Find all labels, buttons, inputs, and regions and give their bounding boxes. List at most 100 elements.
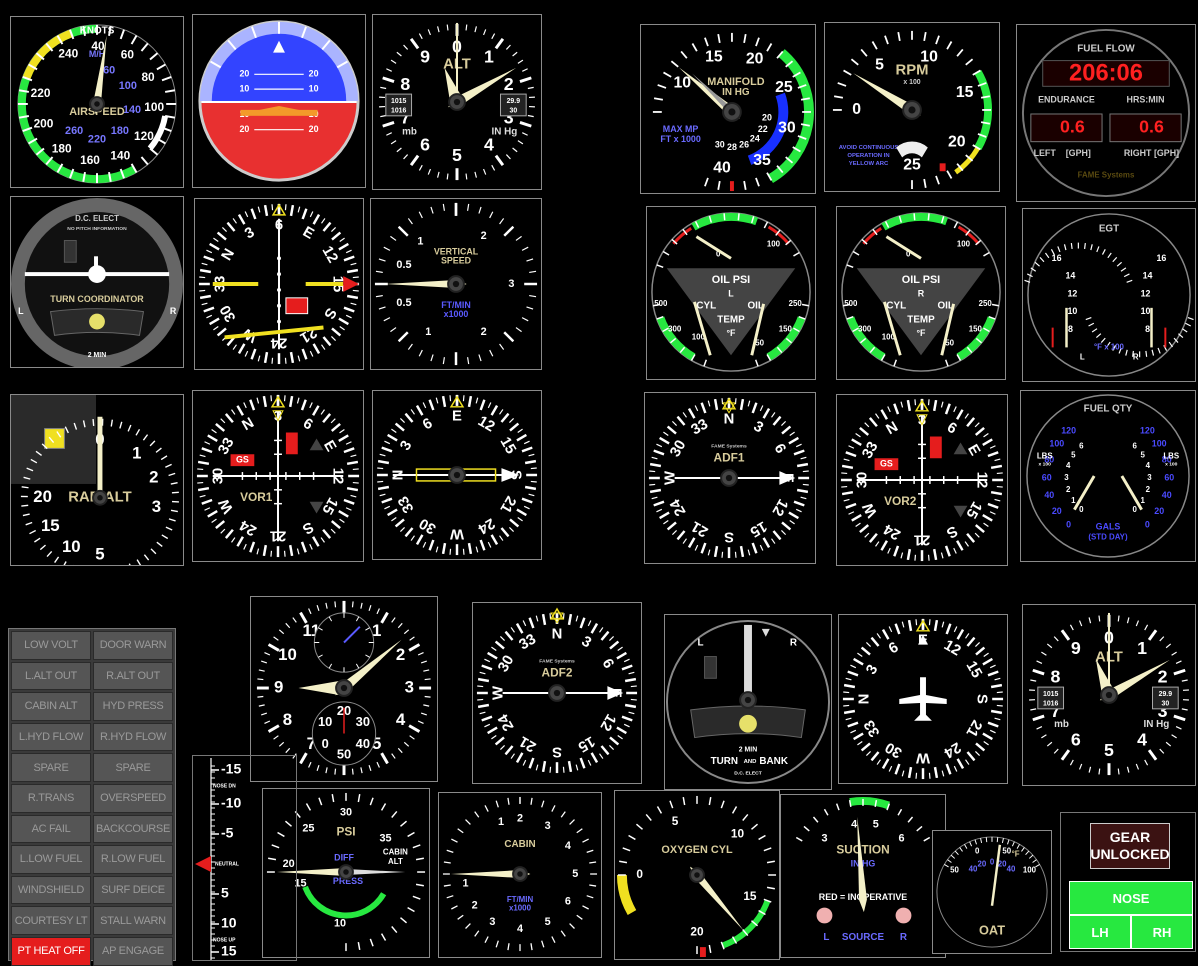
- tc-aircraft-tail: [94, 256, 98, 266]
- tc-min-label: 2 MIN: [88, 352, 106, 359]
- tc-r-mark: R: [170, 306, 177, 316]
- oil-mark: 500: [654, 299, 668, 308]
- radalt-tick: [150, 441, 155, 446]
- map-outer-label: 20: [746, 51, 764, 68]
- clock-minor-tick: [257, 679, 263, 680]
- suc-r: R: [900, 932, 907, 943]
- fuel-quantity-gauge: FUEL QTY12010080604020012010080604020065…: [1020, 390, 1196, 562]
- radalt-tick: [111, 420, 112, 427]
- annunciator-ac-fail: AC FAIL: [11, 815, 91, 844]
- radalt-tick: [34, 538, 40, 542]
- radalt-tick: [171, 510, 178, 511]
- vor-nav-flag: [930, 437, 942, 459]
- radalt-tick: [161, 456, 167, 460]
- compass-minor-tick: [197, 469, 203, 470]
- needle-hub-center: [728, 108, 735, 115]
- suc-mark: 4: [851, 819, 857, 831]
- fq-left-inner: 2: [1066, 485, 1071, 494]
- egt-left-tick: [1071, 243, 1072, 249]
- map-unit: IN HG: [722, 87, 750, 98]
- radalt-tick: [157, 542, 162, 546]
- vsi-scale-label: 2: [481, 326, 487, 338]
- compass-minor-tick: [272, 204, 273, 210]
- crate-scale-label: 5: [545, 916, 551, 928]
- rmi-indicator: N36E1215S2124W3033: [372, 390, 542, 560]
- kollsman-mb-1: 1015: [391, 98, 407, 105]
- radalt-tick: [47, 551, 52, 556]
- suc-right-source: [896, 908, 912, 924]
- alt-minor-tick: [1118, 616, 1119, 622]
- oat-scale-label: 50: [950, 865, 959, 874]
- alt-digit: 6: [420, 135, 430, 155]
- oat-scale-label: 100: [1023, 865, 1037, 874]
- egt-gauge: EGT161614141212101088°F x 100LR: [1022, 208, 1196, 382]
- alt-digit: 5: [1104, 740, 1114, 760]
- oil-mark: 150: [779, 325, 793, 334]
- asi-inner-label: 260: [65, 125, 83, 137]
- map-outer-label: 35: [753, 152, 771, 169]
- annunciator-r-low-fuel: R.LOW FUEL: [93, 845, 173, 874]
- tb-needle: [744, 625, 752, 700]
- egt-left-tick: [1085, 243, 1086, 249]
- alt-minor-tick: [1118, 769, 1119, 775]
- oil-f-label: °F: [727, 328, 737, 338]
- fq-left-inner: 4: [1066, 461, 1071, 470]
- oil-psi-tick: [738, 213, 739, 220]
- fq-x100-right: x 100: [1165, 461, 1178, 467]
- map-inner-label: 20: [762, 112, 772, 122]
- tb-bank-label: BANK: [759, 756, 788, 767]
- unlocked-label: UNLOCKED: [1090, 846, 1169, 863]
- suc-l: L: [823, 932, 829, 943]
- vsi-scale-label: 2: [481, 230, 487, 242]
- oil-psi-tick: [914, 213, 915, 220]
- alt-digit: 1: [484, 47, 494, 67]
- suc-left-source: [817, 908, 833, 924]
- fq-right-outer: 20: [1154, 506, 1164, 516]
- cdi-dot: [277, 304, 281, 308]
- trim-scale-label: 15: [221, 943, 237, 959]
- asi-outer-label: 180: [52, 141, 72, 155]
- clock-hour-label: 8: [283, 710, 292, 729]
- compass-minor-tick: [803, 471, 809, 472]
- compass-minor-tick: [271, 551, 272, 557]
- alt-mb-label: mb: [402, 126, 417, 137]
- fq-right-outer: 60: [1164, 472, 1174, 482]
- cdi-dot: [277, 288, 281, 292]
- compass-minor-tick: [199, 277, 205, 278]
- annunciator-r-trans: R.TRANS: [11, 784, 91, 813]
- kollsman-inhg-1: 29.9: [1159, 691, 1173, 698]
- radalt-tick: [162, 535, 168, 539]
- annunciator-cabin-alt: CABIN ALT: [11, 692, 91, 721]
- tb-r: R: [790, 637, 797, 648]
- fq-left-inner: 1: [1071, 496, 1076, 505]
- egt-title: EGT: [1099, 223, 1119, 234]
- radar-altimeter: 01235101520RAD ALT: [10, 394, 184, 566]
- fq-right-inner: 6: [1132, 441, 1137, 450]
- annunciator-pt-heat-off: PT HEAT OFF: [11, 937, 91, 966]
- trim-neutral: NEUTRAL: [215, 861, 239, 867]
- map-inner-label: 24: [750, 134, 760, 144]
- alt-digit: 8: [400, 74, 410, 94]
- suc-label: SUCTION: [836, 842, 889, 856]
- compass-heading-label: S: [552, 743, 562, 759]
- compass-minor-tick: [477, 686, 483, 687]
- compass-minor-tick: [649, 471, 655, 472]
- adf-label: ADF1: [714, 450, 745, 464]
- oxy-scale-label: 10: [731, 827, 745, 841]
- radalt-tick: [169, 519, 176, 521]
- altimeter: 0123456789ALTmbIN Hg1015101629.930: [372, 14, 542, 190]
- needle-hub-center: [726, 475, 732, 481]
- ff-endurance-label: ENDURANCE: [1038, 94, 1095, 104]
- gear-label: GEAR: [1110, 829, 1150, 846]
- compass-minor-tick: [649, 484, 655, 485]
- compass-minor-tick: [929, 773, 930, 779]
- to-from-flag: [286, 298, 308, 314]
- rpm-redline: [940, 163, 946, 171]
- needle-hub-center: [694, 872, 700, 878]
- compass-minor-tick: [463, 549, 464, 555]
- crate-scale-label: 3: [489, 916, 495, 928]
- clock-hour-label: 4: [396, 710, 406, 729]
- alt-digit: 8: [1050, 666, 1060, 686]
- vsi-scale-label: 0.5: [396, 259, 411, 271]
- trim-scale-label: -10: [221, 795, 241, 811]
